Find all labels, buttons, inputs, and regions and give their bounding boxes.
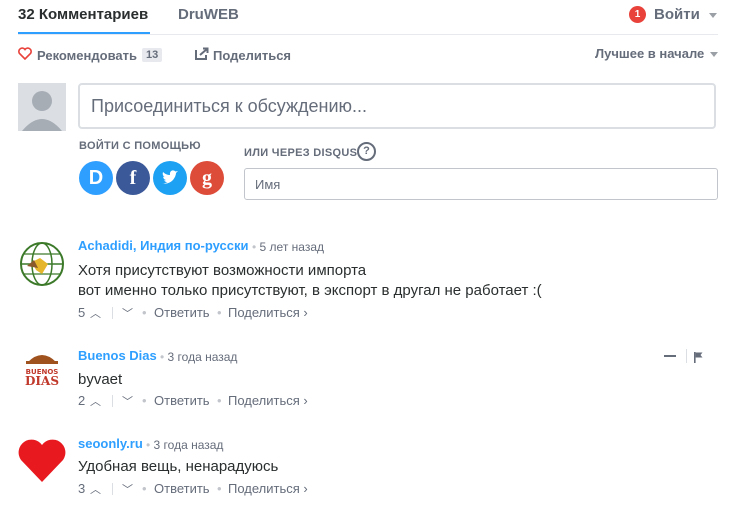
chevron-down-icon[interactable]: [709, 13, 717, 18]
login-button[interactable]: Войти: [654, 6, 700, 23]
separator-dot: •: [142, 481, 147, 496]
google-icon[interactable]: g: [190, 161, 224, 195]
chevron-down-icon[interactable]: [710, 52, 718, 57]
tab-comments[interactable]: 32 Комментариев: [18, 6, 148, 23]
comment-time[interactable]: • 3 года назад: [160, 350, 237, 364]
twitter-icon[interactable]: [153, 161, 187, 195]
downvote-icon[interactable]: ﹀: [122, 305, 133, 321]
avatar: [18, 83, 66, 131]
comment-author[interactable]: Buenos Dias: [78, 348, 157, 363]
avatar[interactable]: [16, 436, 68, 484]
comment-body: Удобная вещь, ненарадуюсь: [78, 458, 279, 475]
upvote-icon[interactable]: ︿: [90, 481, 101, 497]
flag-icon[interactable]: [694, 350, 703, 368]
share-comment-button[interactable]: Поделиться ›: [228, 481, 308, 496]
tab-community[interactable]: DruWEB: [178, 6, 239, 23]
vote-count: 5: [78, 305, 86, 320]
comment-footer: 2 ︿ ﹀ • Ответить • Поделиться ›: [78, 393, 338, 409]
upvote-icon[interactable]: ︿: [90, 305, 101, 321]
vote-divider: [112, 307, 113, 319]
help-icon[interactable]: ?: [357, 142, 376, 161]
comment-author[interactable]: Achadidi, Индия по-русски: [78, 238, 249, 253]
recommend-button[interactable]: Рекомендовать: [37, 48, 137, 63]
avatar[interactable]: [18, 240, 66, 288]
vote-count: 2: [78, 393, 86, 408]
vote-count: 3: [78, 481, 86, 496]
separator-dot: •: [142, 393, 147, 408]
share-button[interactable]: Поделиться: [213, 48, 291, 63]
upvote-icon[interactable]: ︿: [90, 393, 101, 409]
share-comment-button[interactable]: Поделиться ›: [228, 393, 308, 408]
facebook-icon[interactable]: f: [116, 161, 150, 195]
action-divider: [686, 349, 687, 363]
notification-badge[interactable]: 1: [629, 6, 646, 23]
comment-body: byvaet: [78, 371, 123, 388]
svg-text:DIAS: DIAS: [25, 374, 59, 388]
comment-input[interactable]: Присоединиться к обсуждению...: [78, 83, 716, 129]
downvote-icon[interactable]: ﹀: [122, 481, 133, 497]
svg-text:BUENOS: BUENOS: [26, 368, 59, 376]
vote-divider: [112, 395, 113, 407]
login-with-label: ВОЙТИ С ПОМОЩЬЮ: [79, 140, 201, 152]
disqus-signup-label: ИЛИ ЧЕРЕЗ DISQUS: [244, 147, 358, 159]
separator-dot: •: [217, 393, 222, 408]
recommend-count: 13: [142, 48, 163, 62]
comment-footer: 3 ︿ ﹀ • Ответить • Поделиться ›: [78, 481, 338, 497]
name-field[interactable]: Имя: [244, 168, 718, 200]
collapse-icon[interactable]: [664, 355, 676, 357]
reply-button[interactable]: Ответить: [154, 305, 210, 320]
comment-time[interactable]: • 3 года назад: [146, 438, 223, 452]
vote-divider: [112, 483, 113, 495]
separator-dot: •: [142, 305, 147, 320]
reply-button[interactable]: Ответить: [154, 481, 210, 496]
reply-button[interactable]: Ответить: [154, 393, 210, 408]
nav-divider: [18, 34, 718, 35]
share-comment-button[interactable]: Поделиться ›: [228, 305, 308, 320]
sort-dropdown[interactable]: Лучшее в начале: [595, 46, 704, 61]
comment-author[interactable]: seoonly.ru: [78, 436, 143, 451]
separator-dot: •: [217, 481, 222, 496]
separator-dot: •: [217, 305, 222, 320]
comment-time[interactable]: • 5 лет назад: [252, 240, 324, 254]
heart-icon[interactable]: [18, 47, 32, 65]
disqus-icon[interactable]: D: [79, 161, 113, 195]
share-icon[interactable]: [195, 47, 209, 65]
downvote-icon[interactable]: ﹀: [122, 393, 133, 409]
avatar[interactable]: DIAS BUENOS: [18, 348, 66, 396]
comment-body: Хотя присутствуют возможности импорта во…: [78, 262, 542, 299]
comment-footer: 5 ︿ ﹀ • Ответить • Поделиться ›: [78, 305, 338, 321]
